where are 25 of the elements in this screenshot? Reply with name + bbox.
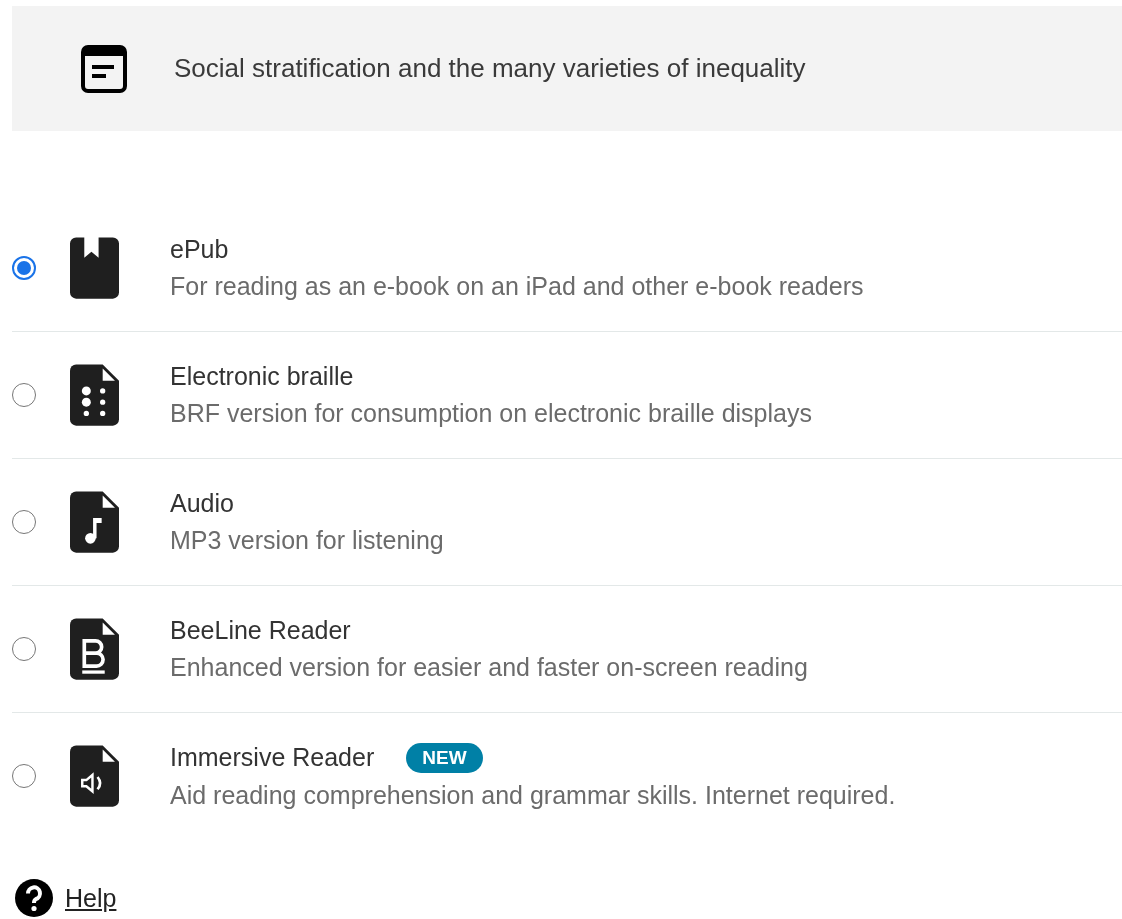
bookmarked-book-icon xyxy=(70,237,119,299)
radio-button[interactable] xyxy=(12,256,36,280)
format-description: BRF version for consumption on electronic braille displays xyxy=(170,399,812,428)
radio-button[interactable] xyxy=(12,383,36,407)
format-title: Immersive Reader xyxy=(170,743,375,772)
new-badge: NEW xyxy=(406,742,483,773)
format-title: Electronic braille xyxy=(170,362,354,391)
format-title: ePub xyxy=(170,235,229,264)
letter-file-icon xyxy=(70,618,119,680)
music-file-icon xyxy=(70,491,119,553)
speaker-file-icon xyxy=(70,745,119,807)
document-icon xyxy=(81,44,127,93)
format-description: MP3 version for listening xyxy=(170,526,444,555)
help-link[interactable]: Help xyxy=(65,883,117,913)
radio-button[interactable] xyxy=(12,764,36,788)
format-description: For reading as an e-book on an iPad and other e-book readers xyxy=(170,272,864,301)
book-title: Social stratification and the many varieties of inequality xyxy=(174,53,806,84)
radio-button[interactable] xyxy=(12,637,36,661)
help-icon xyxy=(15,879,53,917)
radio-button[interactable] xyxy=(12,510,36,534)
format-description: Enhanced version for easier and faster on-screen reading xyxy=(170,653,808,682)
format-title: Audio xyxy=(170,489,234,518)
format-title: BeeLine Reader xyxy=(170,616,351,645)
format-description: Aid reading comprehension and grammar skills. Internet required. xyxy=(170,780,896,810)
braille-file-icon xyxy=(70,364,119,426)
